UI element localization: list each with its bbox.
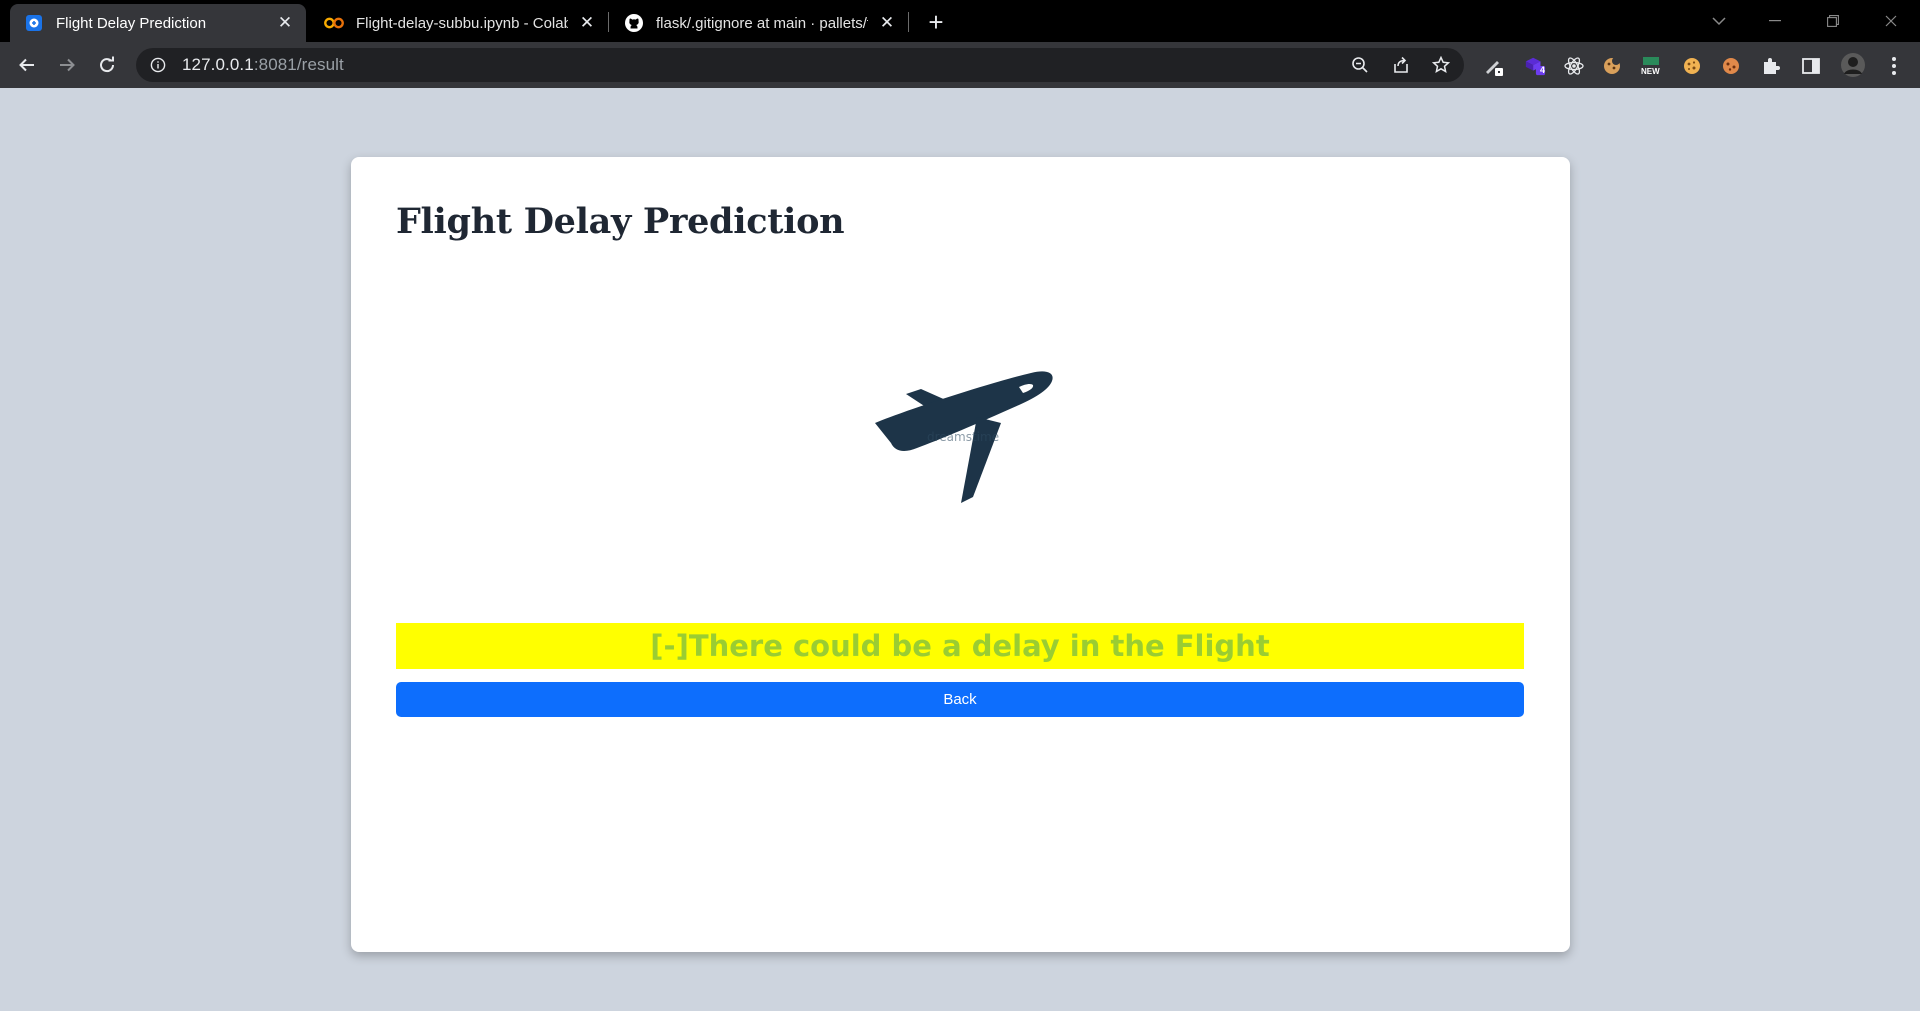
zoom-icon[interactable]	[1350, 55, 1370, 75]
profile-avatar[interactable]	[1840, 52, 1866, 78]
forward-arrow-icon[interactable]	[52, 50, 82, 80]
tab-github[interactable]: flask/.gitignore at main · pallets/f ✕	[610, 4, 908, 42]
reload-icon[interactable]	[92, 50, 122, 80]
prediction-result-banner: [-]There could be a delay in the Flight	[396, 623, 1524, 669]
bookmark-star-icon[interactable]	[1431, 55, 1451, 75]
tab-flight-delay-prediction[interactable]: Flight Delay Prediction ✕	[10, 4, 306, 42]
tab-title: Flight-delay-subbu.ipynb - Colab	[356, 14, 568, 32]
result-card: Flight Delay Prediction dreamstime [-]Th…	[351, 157, 1570, 952]
back-button[interactable]: Back	[396, 682, 1524, 717]
side-panel-icon[interactable]	[1800, 55, 1822, 77]
close-tab-icon[interactable]: ✕	[876, 12, 898, 34]
close-tab-icon[interactable]: ✕	[274, 12, 296, 34]
airplane-icon: dreamstime	[869, 365, 1059, 505]
site-info-icon[interactable]	[150, 57, 166, 73]
illustration-watermark: dreamstime	[927, 430, 999, 444]
share-icon[interactable]	[1391, 55, 1411, 75]
tab-title: Flight Delay Prediction	[56, 14, 207, 32]
new-tab-button[interactable]: +	[922, 8, 950, 36]
url-path: :8081/result	[253, 55, 344, 74]
tab-title: flask/.gitignore at main · pallets/f	[656, 14, 868, 32]
page-viewport: Flight Delay Prediction dreamstime [-]Th…	[0, 88, 1920, 1011]
tab-separator	[608, 12, 609, 32]
restore-icon[interactable]	[1810, 6, 1856, 36]
tab-colab[interactable]: Flight-delay-subbu.ipynb - Colab ✕	[310, 4, 608, 42]
github-icon	[624, 13, 644, 33]
url-text: 127.0.0.1:8081/result	[182, 55, 344, 75]
puzzle-badge-extension-icon[interactable]: 4	[1524, 55, 1546, 77]
tab-strip: Flight Delay Prediction ✕ Flight-delay-s…	[0, 0, 1920, 42]
tab-separator	[908, 12, 909, 32]
colab-icon	[324, 13, 344, 33]
page-title: Flight Delay Prediction	[396, 201, 845, 242]
extension-new-label: NEW	[1641, 67, 1660, 76]
cookie-editor-icon[interactable]	[1681, 55, 1703, 77]
address-bar[interactable]: 127.0.0.1:8081/result	[136, 48, 1464, 82]
browser-toolbar: 127.0.0.1:8081/result 4 NEW	[0, 42, 1920, 88]
tab-search-icon[interactable]	[1696, 6, 1742, 36]
back-arrow-icon[interactable]	[12, 50, 42, 80]
extensions-puzzle-icon[interactable]	[1760, 55, 1782, 77]
react-devtools-icon[interactable]	[1563, 55, 1585, 77]
app-favicon-icon	[24, 13, 44, 33]
close-tab-icon[interactable]: ✕	[576, 12, 598, 34]
close-window-icon[interactable]	[1868, 6, 1914, 36]
new-feature-extension-icon[interactable]: NEW	[1640, 55, 1662, 77]
minimize-icon[interactable]	[1752, 6, 1798, 36]
chrome-menu-icon[interactable]	[1883, 55, 1905, 77]
extension-badge-count: 4	[1540, 65, 1546, 75]
cookie-manager-icon[interactable]	[1720, 55, 1742, 77]
url-host: 127.0.0.1	[182, 55, 254, 74]
pen-extension-icon[interactable]	[1483, 55, 1505, 77]
cookie-extension-icon[interactable]	[1601, 55, 1623, 77]
